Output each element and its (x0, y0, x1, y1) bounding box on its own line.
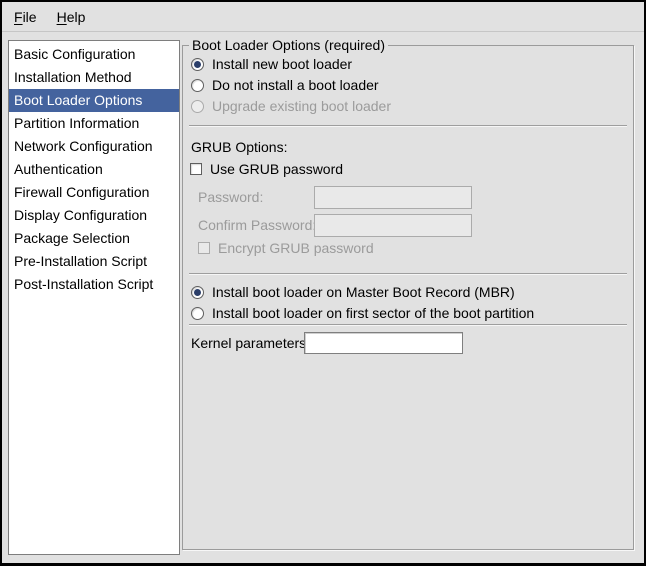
radio-do-not-install-boot-loader[interactable]: Do not install a boot loader (191, 75, 379, 95)
kernel-parameters-label: Kernel parameters: (191, 333, 310, 353)
password-label: Password: (198, 187, 263, 207)
section-list: Basic ConfigurationInstallation MethodBo… (8, 40, 180, 555)
use-grub-password-checkbox[interactable]: Use GRUB password (190, 159, 343, 179)
radio-install-on-first-sector[interactable]: Install boot loader on first sector of t… (191, 303, 534, 323)
sidebar-item-package-selection[interactable]: Package Selection (9, 227, 179, 250)
checkbox-label: Use GRUB password (210, 161, 343, 177)
sidebar-item-partition-information[interactable]: Partition Information (9, 112, 179, 135)
radio-label: Install new boot loader (212, 56, 352, 72)
menu-bar: File Help (2, 2, 644, 32)
radio-icon (191, 79, 204, 92)
separator (189, 324, 627, 326)
radio-icon (191, 58, 204, 71)
sidebar-item-network-configuration[interactable]: Network Configuration (9, 135, 179, 158)
sidebar-item-basic-configuration[interactable]: Basic Configuration (9, 43, 179, 66)
kernel-parameters-input[interactable] (304, 332, 463, 354)
radio-install-on-mbr[interactable]: Install boot loader on Master Boot Recor… (191, 282, 515, 302)
separator (189, 273, 627, 275)
radio-label: Upgrade existing boot loader (212, 98, 391, 114)
checkbox-label: Encrypt GRUB password (218, 240, 374, 256)
app-window: File Help Basic ConfigurationInstallation… (2, 2, 644, 563)
sidebar-item-boot-loader-options[interactable]: Boot Loader Options (9, 89, 179, 112)
frame-title: Boot Loader Options (required) (189, 37, 388, 53)
radio-icon (191, 100, 204, 113)
sidebar-item-installation-method[interactable]: Installation Method (9, 66, 179, 89)
radio-label: Do not install a boot loader (212, 77, 379, 93)
radio-install-new-boot-loader[interactable]: Install new boot loader (191, 54, 352, 74)
radio-upgrade-existing-boot-loader: Upgrade existing boot loader (191, 96, 391, 116)
radio-icon (191, 286, 204, 299)
confirm-password-input (314, 214, 472, 237)
sidebar-item-post-installation-script[interactable]: Post-Installation Script (9, 273, 179, 296)
sidebar-item-authentication[interactable]: Authentication (9, 158, 179, 181)
checkbox-icon (198, 242, 210, 254)
menu-file[interactable]: File (12, 7, 39, 27)
menu-help[interactable]: Help (55, 7, 88, 27)
separator (189, 125, 627, 127)
checkbox-icon (190, 163, 202, 175)
boot-loader-options-frame: Boot Loader Options (required) Install n… (182, 45, 634, 550)
radio-label: Install boot loader on first sector of t… (212, 305, 534, 321)
encrypt-grub-password-checkbox: Encrypt GRUB password (198, 238, 374, 258)
radio-label: Install boot loader on Master Boot Recor… (212, 284, 515, 300)
password-input (314, 186, 472, 209)
sidebar-item-firewall-configuration[interactable]: Firewall Configuration (9, 181, 179, 204)
radio-icon (191, 307, 204, 320)
sidebar-item-pre-installation-script[interactable]: Pre-Installation Script (9, 250, 179, 273)
confirm-password-label: Confirm Password: (198, 215, 316, 235)
grub-options-label: GRUB Options: (191, 137, 287, 157)
sidebar-item-display-configuration[interactable]: Display Configuration (9, 204, 179, 227)
